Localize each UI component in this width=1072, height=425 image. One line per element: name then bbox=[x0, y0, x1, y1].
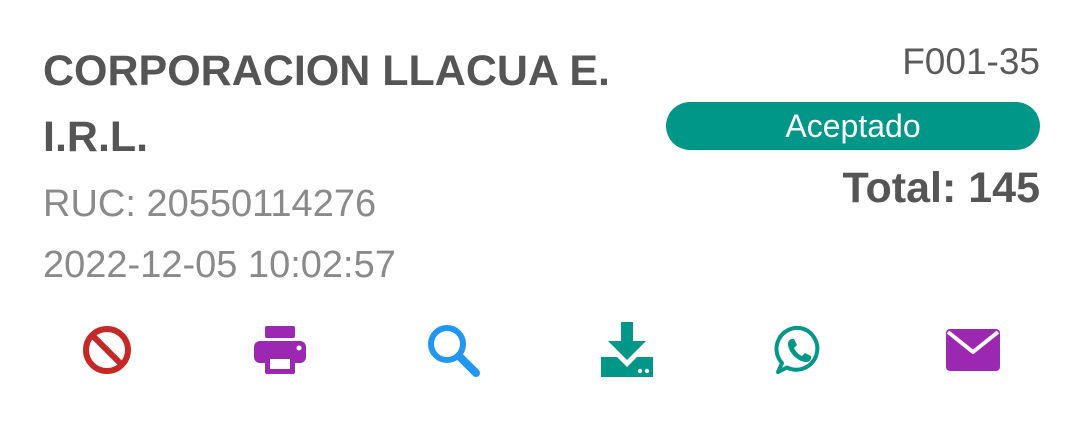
whatsapp-button[interactable] bbox=[770, 320, 830, 380]
search-button[interactable] bbox=[423, 320, 483, 380]
envelope-icon bbox=[946, 329, 1000, 371]
invoice-serie: F001-35 bbox=[902, 41, 1040, 82]
invoice-summary: F001-35 Aceptado Total: 145 bbox=[660, 40, 1040, 212]
cancel-button[interactable] bbox=[77, 320, 137, 380]
company-name: CORPORACION LLACUA E. I.R.L. bbox=[43, 47, 610, 161]
invoice-total: Total: 145 bbox=[842, 164, 1040, 212]
ban-icon bbox=[83, 326, 131, 374]
printer-icon bbox=[254, 326, 306, 374]
email-button[interactable] bbox=[943, 320, 1003, 380]
ruc-label: RUC: 20550114276 bbox=[43, 183, 377, 225]
whatsapp-icon bbox=[774, 325, 820, 374]
search-icon bbox=[428, 325, 480, 377]
invoice-info: CORPORACION LLACUA E. I.R.L. RUC: 205501… bbox=[43, 38, 643, 285]
download-icon bbox=[601, 322, 653, 377]
status-badge: Aceptado bbox=[666, 102, 1040, 150]
invoice-card: CORPORACION LLACUA E. I.R.L. RUC: 205501… bbox=[0, 0, 1072, 425]
print-button[interactable] bbox=[250, 320, 310, 380]
invoice-datetime: 2022-12-05 10:02:57 bbox=[43, 244, 396, 286]
download-button[interactable] bbox=[597, 320, 657, 380]
action-bar bbox=[0, 320, 1072, 380]
